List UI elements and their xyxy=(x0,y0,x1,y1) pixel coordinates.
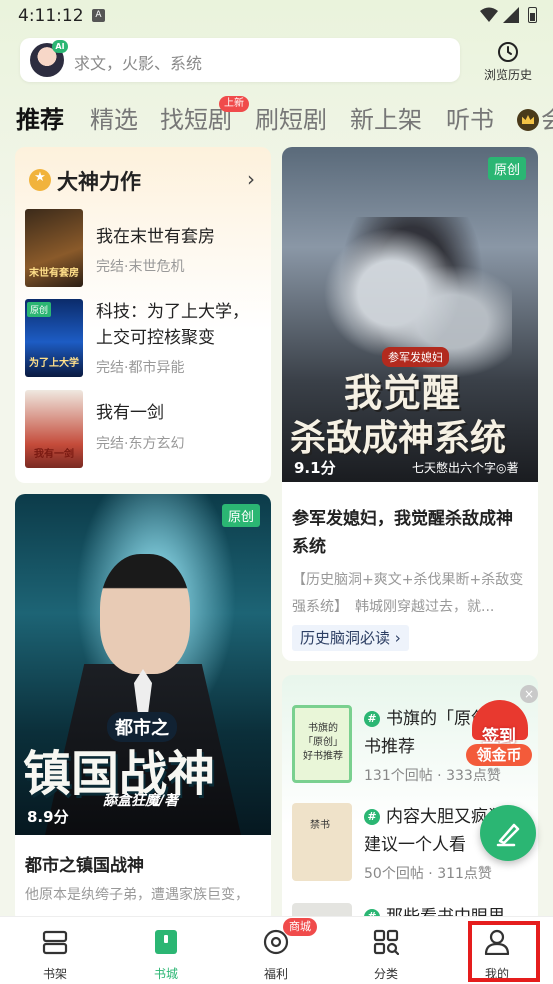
cover-author: 舔盒狂魔/著 xyxy=(103,793,179,809)
original-badge: 原创 xyxy=(222,504,261,527)
masterpiece-title[interactable]: 大神力作 xyxy=(57,166,141,196)
featured-book-card[interactable]: 原创 参军发媳妇 我觉醒 杀敌成神系统 9.1分 七天憋出六个字◎著 参军发媳妇… xyxy=(282,147,538,661)
book-title: 参军发媳妇，我觉醒杀敌成神系统 xyxy=(292,509,513,557)
highlight-box xyxy=(468,921,540,982)
tab-swipe-drama[interactable]: 刷短剧 xyxy=(255,100,327,135)
original-badge: 原创 xyxy=(27,302,52,317)
book-meta: 完结·都市异能 xyxy=(96,360,185,376)
book-score: 9.1分 xyxy=(294,459,336,477)
write-button[interactable] xyxy=(480,805,536,861)
signal-icon xyxy=(503,7,519,23)
mall-badge: 商城 xyxy=(283,918,317,936)
tab-recommend[interactable]: 推荐 xyxy=(16,100,64,135)
cover-author: 七天憋出六个字◎著 xyxy=(412,461,519,475)
cover-title-line2: 杀敌成神系统 xyxy=(290,418,507,459)
book-score: 8.9分 xyxy=(27,808,69,826)
notification-icon: A xyxy=(92,9,105,22)
status-time: 4:11:12 xyxy=(18,6,84,26)
book-cover: 原创 为了上大学 xyxy=(25,299,83,377)
tab-audiobook[interactable]: 听书 xyxy=(446,100,494,135)
featured-book-card-2[interactable]: 原创 都市之 镇国战神 舔盒狂魔/著 8.9分 都市之镇国战神 他原本是纨绔子弟… xyxy=(15,494,271,924)
search-input[interactable]: 求文，火影、系统 xyxy=(74,50,202,74)
book-cover: 我有一剑 xyxy=(25,390,83,468)
bookstore-icon xyxy=(155,930,177,954)
tab-selected[interactable]: 精选 xyxy=(90,100,138,135)
medal-icon xyxy=(29,169,51,191)
list-item[interactable]: 原创 为了上大学 科技：为了上大学，上交可控核聚变 完结·都市异能 xyxy=(25,299,265,377)
new-badge: 上新 xyxy=(219,96,249,112)
book-cover: 末世有套房 xyxy=(25,209,83,287)
battery-icon xyxy=(528,7,537,23)
wifi-icon xyxy=(480,7,498,22)
signin-reward-button[interactable]: 签到 领金币 xyxy=(466,700,532,770)
status-bar: 4:11:12 A xyxy=(0,0,553,32)
tab-new-arrivals[interactable]: 新上架 xyxy=(350,100,422,135)
topic-thumbnail: 书旗的「原创」好书推荐 xyxy=(292,705,352,783)
list-item[interactable]: 末世有套房 我在末世有套房 完结·末世危机 xyxy=(25,209,265,287)
clock-icon xyxy=(498,42,518,62)
book-meta: 完结·东方玄幻 xyxy=(96,436,185,452)
topic-stats: 50个回帖 · 311点赞 xyxy=(364,866,492,882)
book-name: 科技：为了上大学，上交可控核聚变 xyxy=(96,302,249,348)
category-icon xyxy=(373,929,399,955)
book-tag[interactable]: 历史脑洞必读 › xyxy=(292,625,409,651)
topic-thumbnail: 禁书 xyxy=(292,803,352,881)
original-badge: 原创 xyxy=(488,157,527,180)
bookshelf-icon xyxy=(42,930,68,955)
pen-icon xyxy=(496,823,520,847)
category-tabs: 推荐 精选 找短剧 刷短剧 新上架 听书 xyxy=(0,96,553,140)
masterpiece-card: 大神力作 › 末世有套房 我在末世有套房 完结·末世危机 原创 为了上大学 科技… xyxy=(15,147,271,483)
history-button[interactable]: 浏览历史 xyxy=(476,40,540,84)
book-name: 我有一剑 xyxy=(96,403,164,423)
ai-badge: AI xyxy=(52,40,68,53)
chevron-right-icon[interactable]: › xyxy=(247,167,255,191)
coin-text: 领金币 xyxy=(466,744,532,766)
book-description: 他原本是纨绔子弟，遭遇家族巨变， xyxy=(25,887,249,903)
book-meta: 完结·末世危机 xyxy=(96,259,185,275)
list-item[interactable]: 我有一剑 我有一剑 完结·东方玄幻 xyxy=(25,390,265,468)
vip-crown-icon[interactable] xyxy=(517,109,539,131)
tab-member[interactable]: 会 xyxy=(541,100,553,135)
history-label: 浏览历史 xyxy=(483,68,532,82)
book-description: 【历史脑洞+爽文+杀伐果断+杀敌变强系统】 韩城刚穿越过去，就... xyxy=(292,572,524,615)
book-name: 我在末世有套房 xyxy=(96,227,215,247)
search-bar[interactable]: AI 求文，火影、系统 xyxy=(20,38,460,82)
book-title: 都市之镇国战神 xyxy=(25,856,144,876)
book-cover-image: 原创 参军发媳妇 我觉醒 杀敌成神系统 9.1分 七天憋出六个字◎著 xyxy=(282,147,538,482)
book-cover-image: 原创 都市之 镇国战神 舔盒狂魔/著 8.9分 xyxy=(15,494,271,835)
